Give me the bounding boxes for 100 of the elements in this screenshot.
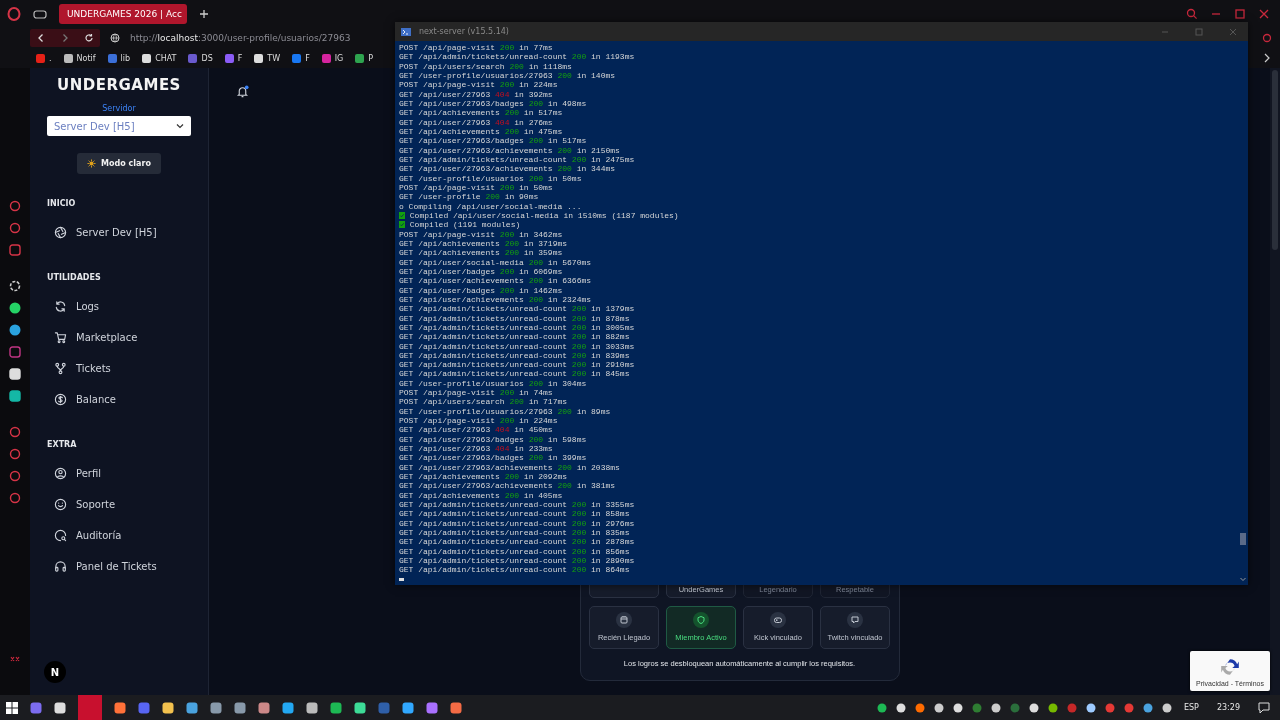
nav-item[interactable]: Tickets (47, 353, 208, 384)
log-duration: in 304ms (547, 378, 587, 388)
log-request: GET /api/user/27963 (399, 89, 491, 99)
dev-tools-badge[interactable]: N (44, 661, 66, 683)
tray-icon[interactable] (990, 702, 1001, 713)
status-code: 200 (571, 322, 587, 332)
audit-icon (54, 529, 67, 542)
bookmark[interactable]: lib (107, 53, 131, 63)
chat-icon (847, 612, 863, 628)
status-code: 200 (571, 556, 587, 566)
nav-item[interactable]: Balance (47, 384, 208, 415)
app-icon[interactable] (306, 701, 318, 714)
status-code: 200 (528, 98, 544, 108)
scrollbar-thumb[interactable] (1240, 533, 1246, 545)
tray-icon[interactable] (1085, 702, 1096, 713)
status-code: 200 (571, 350, 587, 360)
log-duration: in 2878ms (591, 537, 635, 547)
log-duration: in 498ms (547, 98, 587, 108)
log-request: GET /api/achievements (399, 126, 500, 136)
address-field[interactable]: http://localhost:3000/user-profile/usuarios/27963 (130, 33, 351, 43)
nav-item[interactable]: Perfil (47, 458, 208, 489)
new-tab-icon[interactable] (199, 9, 209, 19)
status-code: 404 (495, 444, 510, 454)
log-duration: in 399ms (547, 453, 587, 463)
maximize-icon[interactable] (1234, 8, 1246, 20)
tray-icon[interactable] (933, 702, 944, 713)
tray-icon[interactable] (1142, 702, 1153, 713)
search-icon[interactable] (1186, 8, 1198, 20)
nav-item[interactable]: Server Dev [H5] (47, 217, 208, 248)
bookmark[interactable]: Notif (63, 53, 96, 63)
app-icon[interactable] (186, 701, 198, 714)
status-code: 200 (571, 565, 587, 575)
tray-icon[interactable] (895, 702, 906, 713)
status-code: 200 (499, 388, 515, 398)
sidebar-app-icon[interactable] (9, 390, 21, 402)
status-code: 200 (504, 490, 520, 500)
log-request: GET /api/user/27963 (399, 117, 491, 127)
close-icon[interactable] (1258, 8, 1270, 20)
status-code: 200 (557, 406, 572, 416)
app-icon[interactable] (354, 701, 366, 714)
log-duration: in 598ms (547, 434, 587, 444)
app-icon[interactable] (234, 701, 246, 714)
sidebar-app-icon[interactable] (9, 324, 21, 336)
theme-toggle-button[interactable]: Modo claro (77, 153, 161, 174)
log-request: GET /api/admin/tickets/unread-count (399, 546, 568, 556)
check-icon (399, 211, 405, 219)
log-duration: in 839ms (591, 350, 630, 360)
browser-tab[interactable]: UNDERGAMES 2026 | Acc (59, 4, 187, 24)
browser-logo-icon[interactable] (7, 7, 21, 21)
language-indicator[interactable]: ESP (1183, 703, 1199, 712)
log-duration: in 2150ms (576, 145, 620, 155)
log-duration: in 2475ms (591, 154, 635, 164)
status-code: 200 (504, 238, 520, 248)
nav-item[interactable]: Marketplace (47, 322, 208, 353)
tray-icon[interactable] (1161, 702, 1172, 713)
clock[interactable]: 23:29 (1216, 703, 1240, 712)
tray-icon[interactable] (1028, 702, 1039, 713)
forward-icon[interactable] (60, 33, 70, 43)
log-duration: in 1462ms (519, 285, 563, 295)
tray-icon[interactable] (914, 702, 925, 713)
status-code: 200 (571, 546, 587, 556)
sidebar-app-icon[interactable] (9, 302, 21, 314)
nav-item[interactable]: Auditoría (47, 520, 208, 551)
bookmark[interactable]: TW (254, 53, 281, 63)
app-icon[interactable] (210, 701, 222, 714)
status-code: 404 (495, 117, 510, 127)
app-icon[interactable] (162, 701, 174, 714)
status-code: 200 (571, 313, 587, 323)
status-code: 200 (571, 154, 587, 164)
server-select[interactable]: Server Dev [H5] (47, 116, 191, 136)
windows-icon[interactable] (6, 701, 18, 714)
app-icon[interactable] (282, 701, 294, 714)
tray-icon[interactable] (876, 702, 887, 713)
app-icon[interactable] (330, 701, 342, 714)
nav-item[interactable]: Logs (47, 291, 208, 322)
notifications-icon[interactable] (1258, 701, 1270, 714)
back-icon[interactable] (36, 33, 46, 43)
app-icon[interactable] (114, 701, 126, 714)
app-icon[interactable] (258, 701, 270, 714)
status-code: 200 (528, 434, 544, 444)
tray-icon[interactable] (952, 702, 963, 713)
app-icon[interactable] (402, 701, 414, 714)
app-icon[interactable] (54, 701, 66, 714)
bookmark[interactable]: IG (321, 53, 344, 63)
nav-item[interactable]: Panel de Tickets (47, 551, 208, 582)
nav-item[interactable]: Soporte (47, 489, 208, 520)
app-icon[interactable] (450, 701, 462, 714)
status-code: 200 (571, 369, 587, 379)
log-request: GET /api/achievements (399, 108, 500, 118)
bookmark[interactable]: DS (188, 53, 213, 63)
bell-icon[interactable] (236, 85, 249, 98)
app-icon[interactable] (426, 701, 438, 714)
more-icon[interactable] (1262, 53, 1272, 63)
bookmark[interactable]: CHAT (142, 53, 177, 63)
status-code: 200 (528, 294, 544, 304)
check-icon (399, 221, 405, 229)
tray-icon[interactable] (1047, 702, 1058, 713)
reload-icon[interactable] (84, 33, 94, 43)
log-duration: in 344ms (576, 164, 616, 174)
scrollbar[interactable] (1270, 68, 1280, 695)
